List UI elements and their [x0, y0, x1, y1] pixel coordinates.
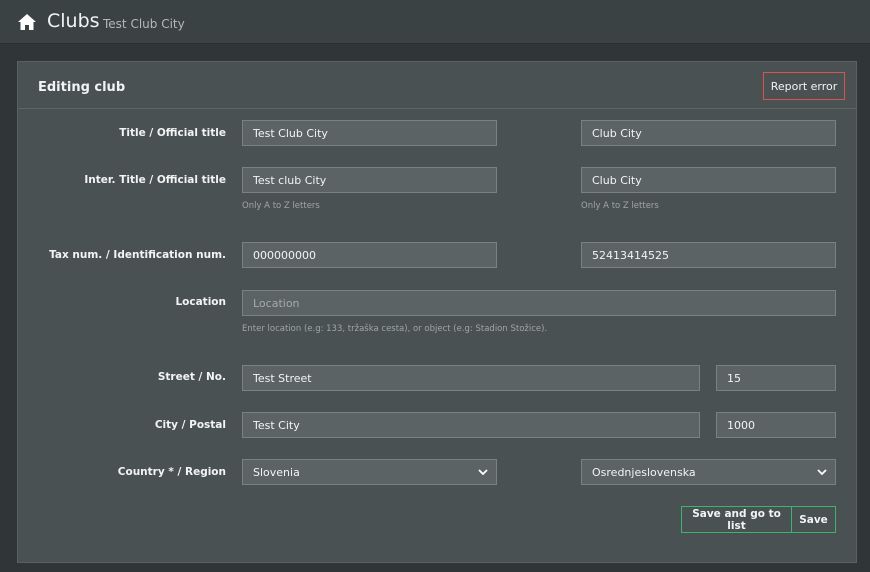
location-hint: Enter location (e.g: 133, tržaška cesta)…: [242, 324, 548, 334]
report-error-button[interactable]: Report error: [763, 72, 845, 100]
title-label: Title / Official title: [119, 127, 226, 139]
save-and-go-to-list-button[interactable]: Save and go to list: [681, 506, 792, 533]
inter-official-title-input[interactable]: [581, 167, 836, 193]
chevron-down-icon: [478, 469, 488, 476]
title-input[interactable]: [242, 120, 497, 146]
postal-input[interactable]: [716, 412, 836, 438]
region-select[interactable]: Osrednjeslovenska: [581, 459, 836, 485]
top-bar: Clubs Test Club City: [0, 0, 870, 44]
panel-title: Editing club: [38, 80, 126, 95]
official-title-input[interactable]: [581, 120, 836, 146]
street-number-input[interactable]: [716, 365, 836, 391]
country-select[interactable]: Slovenia: [242, 459, 497, 485]
location-input[interactable]: [242, 290, 836, 316]
edit-club-panel: Editing club Report error Title / Offici…: [17, 61, 857, 563]
tax-label: Tax num. / Identification num.: [49, 249, 226, 261]
chevron-down-icon: [817, 469, 827, 476]
page-subtitle: Test Club City: [103, 17, 185, 31]
city-label: City / Postal: [154, 419, 226, 431]
tax-number-input[interactable]: [242, 242, 497, 268]
panel-header: Editing club Report error: [18, 62, 856, 109]
country-select-value: Slovenia: [253, 466, 300, 479]
location-label: Location: [175, 296, 226, 308]
inter-title-label: Inter. Title / Official title: [84, 174, 226, 186]
page-title: Clubs: [47, 10, 100, 32]
identification-number-input[interactable]: [581, 242, 836, 268]
inter-title-hint: Only A to Z letters: [242, 201, 320, 211]
home-icon[interactable]: [18, 14, 36, 30]
save-button[interactable]: Save: [791, 506, 836, 533]
street-label: Street / No.: [157, 371, 226, 383]
inter-title-input[interactable]: [242, 167, 497, 193]
city-input[interactable]: [242, 412, 700, 438]
country-label: Country * / Region: [117, 466, 226, 478]
street-input[interactable]: [242, 365, 700, 391]
region-select-value: Osrednjeslovenska: [592, 466, 696, 479]
inter-official-title-hint: Only A to Z letters: [581, 201, 659, 211]
